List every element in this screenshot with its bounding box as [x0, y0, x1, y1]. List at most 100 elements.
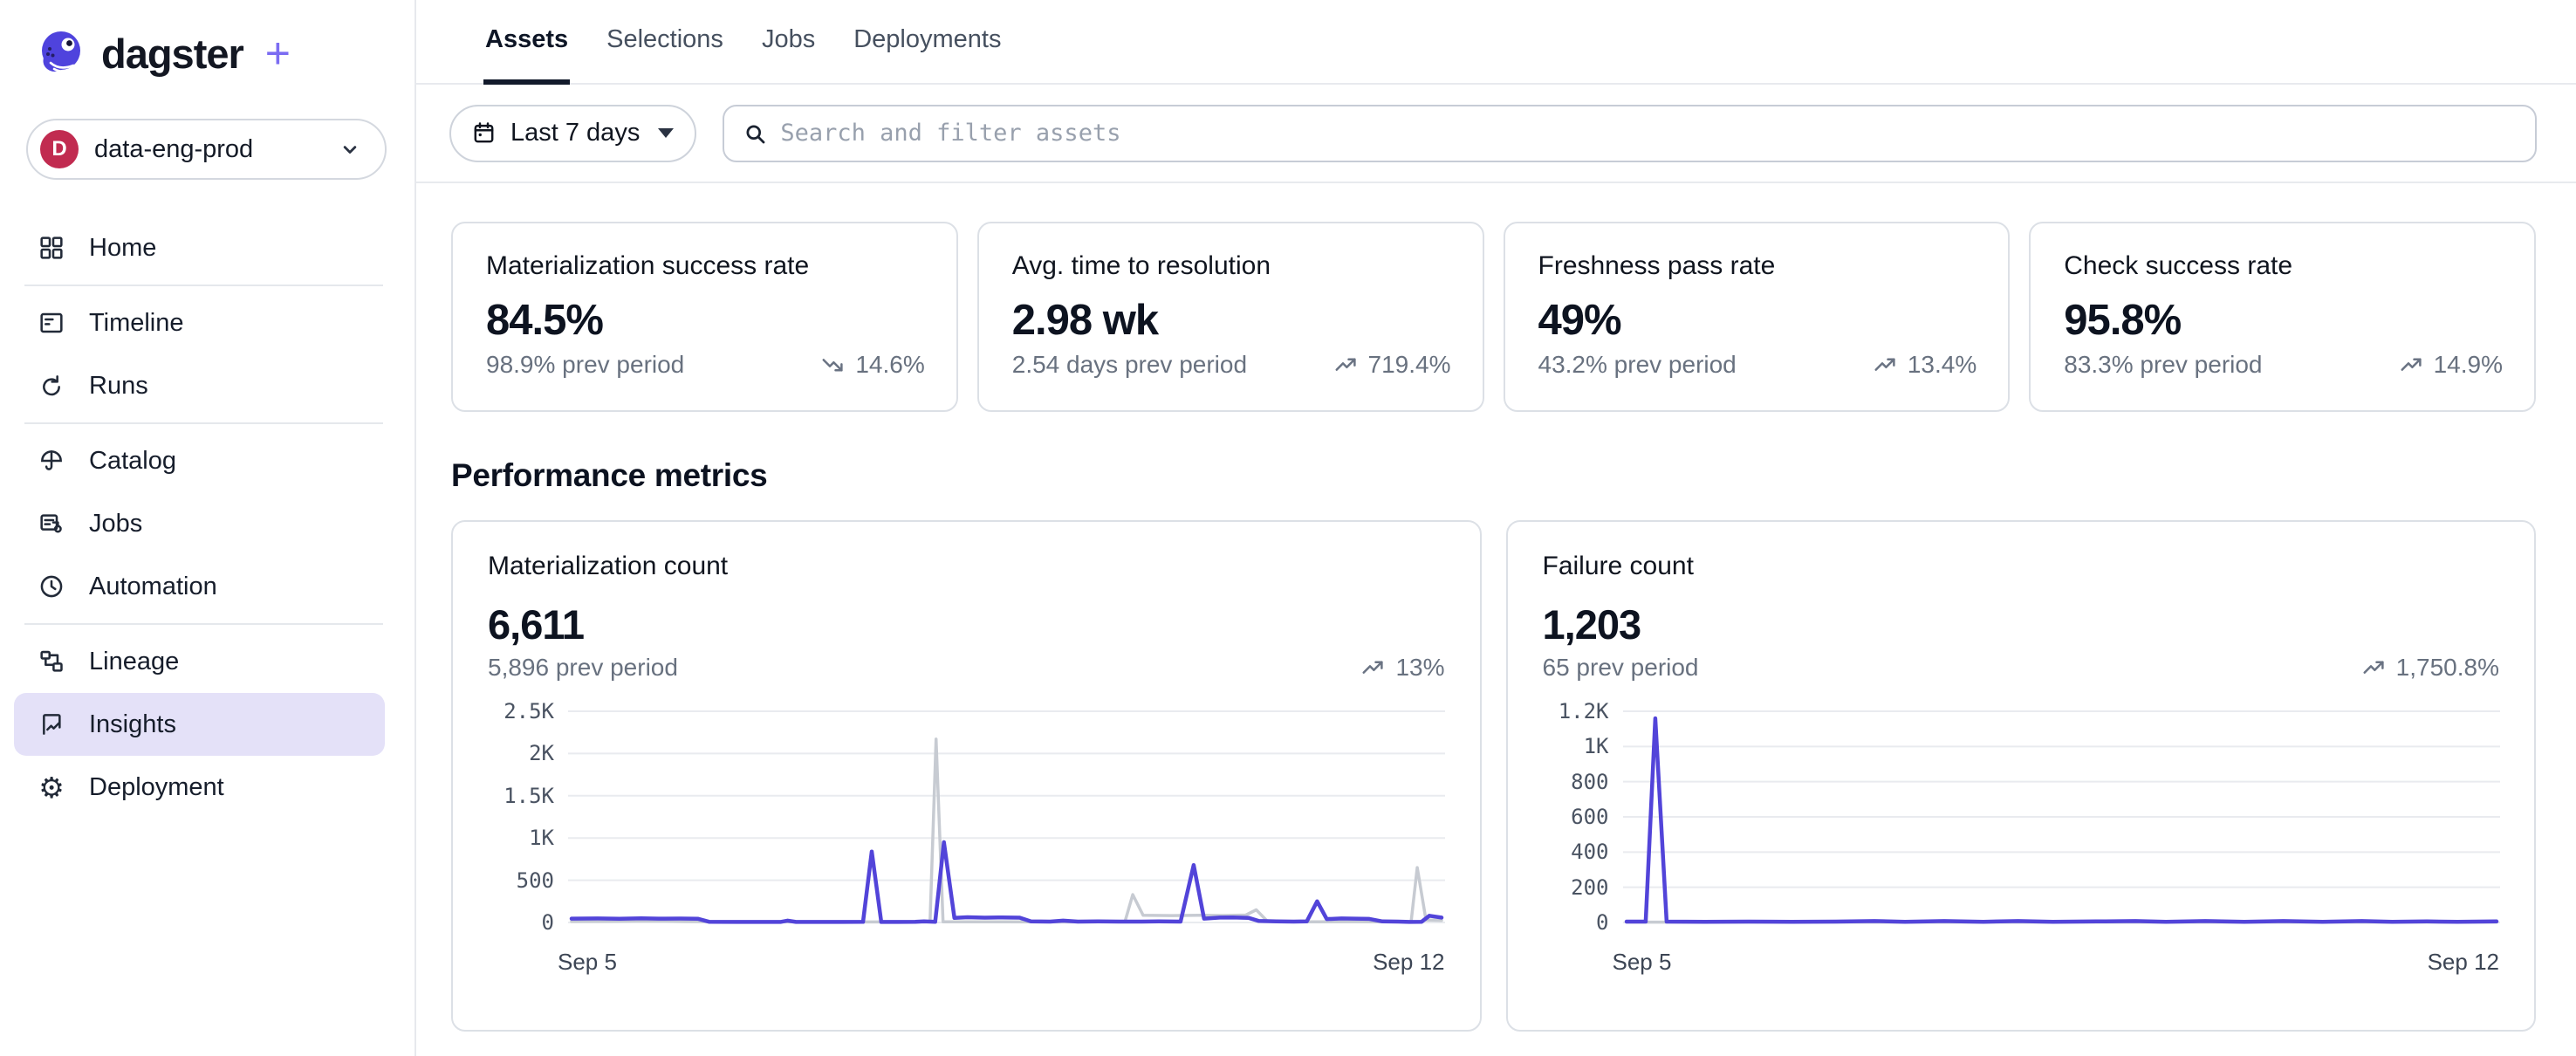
y-tick-label: 200 — [1571, 875, 1608, 900]
metric-delta: 13.4% — [1873, 351, 1977, 379]
metric-title: Freshness pass rate — [1538, 251, 1977, 281]
dropdown-caret-icon — [658, 128, 674, 138]
app-root: dagster + D data-eng-prod Home Timeline … — [0, 0, 2576, 1056]
metric-card: Materialization success rate 84.5% 98.9%… — [451, 222, 958, 412]
trend-up-icon — [2399, 352, 2425, 378]
trend-up-icon — [1873, 352, 1899, 378]
y-tick-label: 1.2K — [1559, 699, 1609, 723]
y-tick-label: 2.5K — [504, 699, 554, 723]
metric-title: Materialization success rate — [486, 251, 925, 281]
y-tick-label: 0 — [1596, 910, 1608, 935]
y-tick-label: 400 — [1571, 840, 1608, 864]
tab-deployments[interactable]: Deployments — [852, 0, 1003, 85]
metric-title: Avg. time to resolution — [1012, 251, 1451, 281]
y-tick-label: 1K — [1584, 734, 1609, 758]
workspace-name: data-eng-prod — [94, 135, 322, 164]
insights-icon — [37, 710, 66, 739]
chart-delta-value: 13% — [1395, 654, 1444, 682]
metric-delta: 14.9% — [2399, 351, 2503, 379]
tab-jobs[interactable]: Jobs — [760, 0, 817, 85]
sidebar-item-label: Runs — [89, 372, 148, 401]
x-axis-end-label: Sep 12 — [2428, 949, 2499, 976]
date-range-button[interactable]: Last 7 days — [449, 105, 696, 162]
sidebar-item-label: Jobs — [89, 510, 142, 538]
workspace-avatar: D — [40, 130, 79, 168]
y-tick-label: 2K — [529, 741, 554, 765]
chart-prev-period: 65 prev period — [1543, 654, 1699, 682]
chart-plot — [1623, 704, 2500, 933]
chart-plot — [568, 704, 1445, 933]
sidebar-item-deployment[interactable]: ⚙ Deployment — [14, 756, 385, 819]
sidebar-item-label: Insights — [89, 710, 176, 739]
charts-grid: Materialization count 6,611 5,896 prev p… — [451, 520, 2536, 1032]
sidebar-divider — [24, 285, 383, 286]
x-axis-start-label: Sep 5 — [558, 949, 617, 976]
metric-prev-period: 98.9% prev period — [486, 351, 684, 379]
y-tick-label: 500 — [517, 868, 554, 893]
search-input[interactable] — [780, 120, 2518, 147]
metric-delta-value: 719.4% — [1368, 351, 1451, 379]
summary-grid: Materialization success rate 84.5% 98.9%… — [451, 222, 2536, 412]
chart-area: 05001K1.5K2K2.5K — [488, 704, 1445, 933]
chart-delta: 1,750.8% — [2361, 654, 2499, 682]
filterbar: Last 7 days — [416, 85, 2576, 183]
brand-logo[interactable]: dagster + — [0, 23, 414, 79]
date-range-label: Last 7 days — [510, 119, 640, 147]
trend-down-icon — [820, 352, 846, 378]
sidebar-item-catalog[interactable]: Catalog — [14, 429, 385, 492]
main-area: Assets Selections Jobs Deployments Last … — [416, 0, 2576, 1056]
chart-y-axis: 05001K1.5K2K2.5K — [488, 704, 568, 933]
dagster-octopus-icon — [37, 28, 87, 79]
chart-area: 02004006008001K1.2K — [1543, 704, 2500, 933]
x-axis-start-label: Sep 5 — [1613, 949, 1672, 976]
sidebar: dagster + D data-eng-prod Home Timeline … — [0, 0, 416, 1056]
chart-title: Materialization count — [488, 552, 1445, 581]
sidebar-item-label: Lineage — [89, 648, 179, 676]
jobs-icon — [37, 509, 66, 538]
sidebar-item-insights[interactable]: Insights — [14, 693, 385, 756]
sidebar-item-label: Automation — [89, 573, 217, 601]
section-title: Performance metrics — [451, 457, 2536, 494]
chart-delta-value: 1,750.8% — [2396, 654, 2499, 682]
tabbar: Assets Selections Jobs Deployments — [416, 0, 2576, 85]
trend-up-icon — [1333, 352, 1360, 378]
metric-prev-period: 83.3% prev period — [2064, 351, 2262, 379]
chevron-down-icon — [338, 137, 362, 161]
chart-title: Failure count — [1543, 552, 2500, 581]
sidebar-item-home[interactable]: Home — [14, 216, 385, 279]
sidebar-item-runs[interactable]: Runs — [14, 354, 385, 417]
sidebar-item-lineage[interactable]: Lineage — [14, 630, 385, 693]
tab-selections[interactable]: Selections — [605, 0, 725, 85]
sidebar-divider — [24, 623, 383, 625]
x-axis-end-label: Sep 12 — [1373, 949, 1444, 976]
catalog-icon — [37, 446, 66, 476]
sidebar-item-automation[interactable]: Automation — [14, 555, 385, 618]
chart-card: Failure count 1,203 65 prev period 1,750… — [1506, 520, 2537, 1032]
chart-card: Materialization count 6,611 5,896 prev p… — [451, 520, 1482, 1032]
trend-up-icon — [1360, 655, 1387, 681]
tab-assets[interactable]: Assets — [483, 0, 570, 85]
runs-icon — [37, 371, 66, 401]
sidebar-item-label: Timeline — [89, 309, 184, 338]
sidebar-item-label: Catalog — [89, 447, 176, 476]
metric-delta-value: 13.4% — [1908, 351, 1977, 379]
chart-prev-period: 5,896 prev period — [488, 654, 678, 682]
sidebar-item-label: Home — [89, 234, 156, 263]
metric-card: Avg. time to resolution 2.98 wk 2.54 day… — [977, 222, 1484, 412]
brand-plus-badge: + — [265, 28, 291, 79]
y-tick-label: 0 — [542, 910, 554, 935]
search-icon — [742, 120, 768, 147]
metric-value: 2.98 wk — [1012, 296, 1451, 345]
deployment-switcher[interactable]: D data-eng-prod — [26, 119, 387, 180]
home-icon — [37, 233, 66, 263]
chart-delta: 13% — [1360, 654, 1444, 682]
brand-name: dagster — [101, 30, 243, 78]
sidebar-item-timeline[interactable]: Timeline — [14, 291, 385, 354]
metric-delta: 719.4% — [1333, 351, 1451, 379]
automation-icon — [37, 572, 66, 601]
sidebar-item-jobs[interactable]: Jobs — [14, 492, 385, 555]
metric-value: 49% — [1538, 296, 1977, 345]
metric-delta-value: 14.9% — [2434, 351, 2503, 379]
y-tick-label: 1K — [529, 826, 554, 850]
metric-title: Check success rate — [2064, 251, 2503, 281]
